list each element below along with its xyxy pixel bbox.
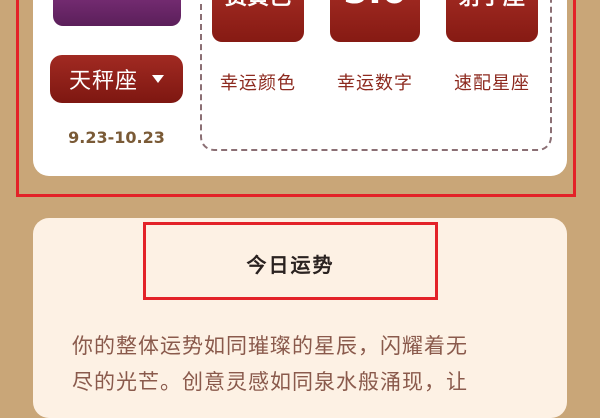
lucky-color-tile: 费黄色 (212, 0, 304, 42)
lucky-number-label: 幸运数字 (337, 73, 413, 94)
lucky-color-value: 费黄色 (212, 0, 304, 12)
match-sign-tile: 射手座 (446, 0, 538, 42)
dropdown-caret-icon (152, 75, 164, 83)
lucky-number-tile: 5.0 (330, 0, 420, 42)
zodiac-sign-selected: 天秤座 (68, 69, 138, 94)
lucky-number-value: 5.0 (330, 0, 420, 12)
highlight-frame-title (143, 222, 438, 300)
daily-fortune-text: 你的整体运势如同璀璨的星辰，闪耀着无 尽的光芒。创意灵感如同泉水般涌现，让 (72, 328, 532, 400)
zodiac-sign-dropdown[interactable]: 天秤座 (50, 55, 183, 103)
sign-date-range: 9.23-10.23 (68, 128, 165, 147)
sign-avatar-image (53, 0, 181, 26)
fortune-text-line: 尽的光芒。创意灵感如同泉水般涌现，让 (72, 370, 468, 394)
match-sign-value: 射手座 (446, 0, 538, 12)
fortune-text-line: 你的整体运势如同璀璨的星辰，闪耀着无 (72, 334, 468, 358)
match-sign-label: 速配星座 (454, 73, 530, 94)
lucky-color-label: 幸运颜色 (220, 73, 296, 94)
